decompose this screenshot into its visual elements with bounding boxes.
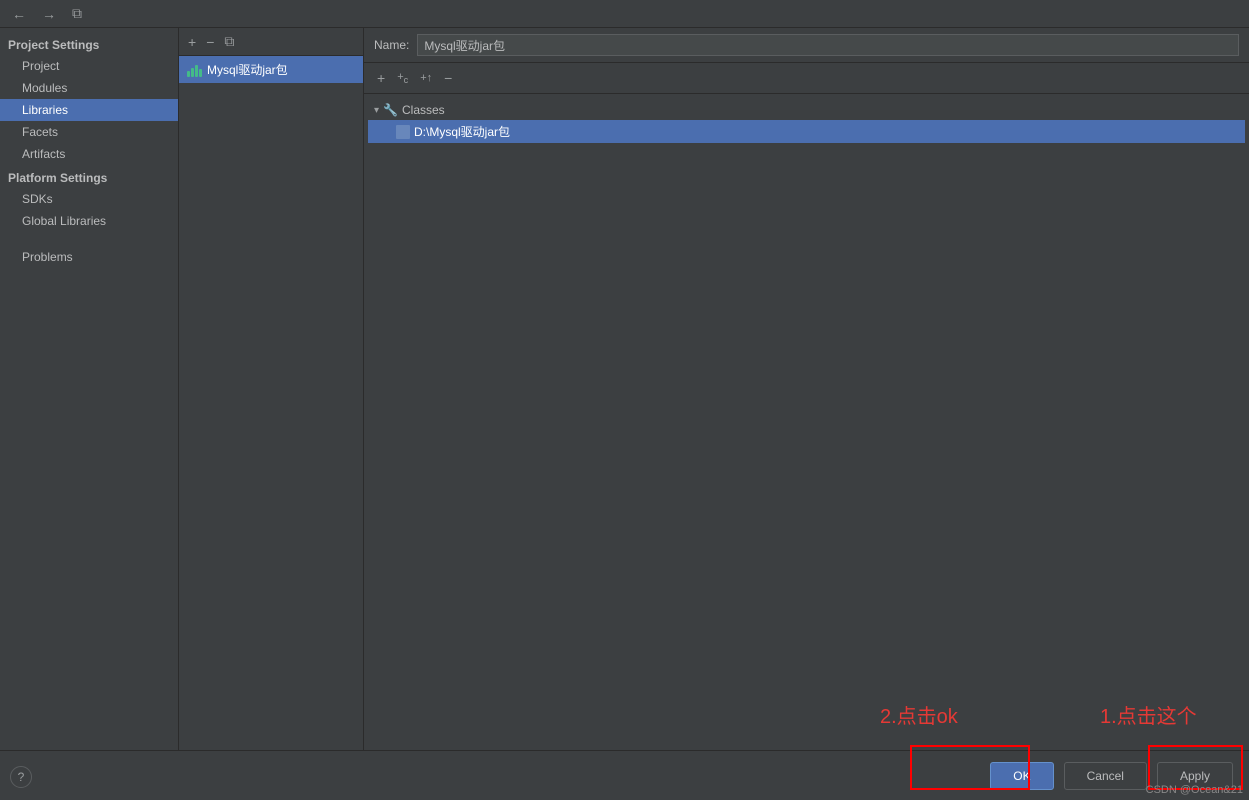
library-panel: + − ⧉ Mysql驱动jar包 xyxy=(179,28,364,750)
library-toolbar: + − ⧉ xyxy=(179,28,363,56)
cancel-button[interactable]: Cancel xyxy=(1064,762,1147,790)
detail-add-button[interactable]: + xyxy=(374,68,388,88)
top-toolbar: ← → ⧉ xyxy=(0,0,1249,28)
sidebar-item-modules[interactable]: Modules xyxy=(0,77,178,99)
detail-toolbar: + +c +↑ − xyxy=(364,63,1249,94)
content-area: Project Settings Project Modules Librari… xyxy=(0,28,1249,750)
library-copy-button[interactable]: ⧉ xyxy=(221,31,237,52)
sidebar: Project Settings Project Modules Librari… xyxy=(0,28,179,750)
classes-label: Classes xyxy=(402,103,445,117)
file-icon xyxy=(396,125,410,139)
sidebar-item-sdks[interactable]: SDKs xyxy=(0,188,178,210)
detail-remove-button[interactable]: − xyxy=(441,68,455,88)
name-input[interactable] xyxy=(417,34,1239,56)
sidebar-item-facets[interactable]: Facets xyxy=(0,121,178,143)
help-button[interactable]: ? xyxy=(10,766,32,788)
sidebar-item-project[interactable]: Project xyxy=(0,55,178,77)
library-list-item[interactable]: Mysql驱动jar包 xyxy=(179,56,363,83)
sidebar-item-global-libraries[interactable]: Global Libraries xyxy=(0,210,178,232)
forward-button[interactable]: → xyxy=(38,4,60,24)
name-bar: Name: xyxy=(364,28,1249,63)
sidebar-item-problems[interactable]: Problems xyxy=(0,246,178,268)
library-bar-icon xyxy=(187,63,202,77)
back-button[interactable]: ← xyxy=(8,4,30,24)
path-label: D:\Mysql驱动jar包 xyxy=(414,123,510,140)
library-list: Mysql驱动jar包 xyxy=(179,56,363,750)
detail-add-classes-button[interactable]: +c xyxy=(394,69,411,87)
sidebar-item-artifacts[interactable]: Artifacts xyxy=(0,143,178,165)
bottom-bar: OK Cancel Apply xyxy=(0,750,1249,800)
apply-button[interactable]: Apply xyxy=(1157,762,1233,790)
library-add-button[interactable]: + xyxy=(185,32,199,52)
library-item-label: Mysql驱动jar包 xyxy=(207,61,288,78)
classes-tree-row[interactable]: ▾ 🔧 Classes xyxy=(368,100,1245,120)
detail-add-jar-button[interactable]: +↑ xyxy=(417,70,435,86)
name-label: Name: xyxy=(374,38,409,52)
detail-tree: ▾ 🔧 Classes D:\Mysql驱动jar包 xyxy=(364,94,1249,750)
expand-icon: ▾ xyxy=(374,105,379,116)
ok-button[interactable]: OK xyxy=(990,762,1053,790)
wrench-icon: 🔧 xyxy=(383,103,398,117)
platform-settings-label: Platform Settings xyxy=(0,165,178,188)
path-tree-row[interactable]: D:\Mysql驱动jar包 xyxy=(368,120,1245,143)
library-remove-button[interactable]: − xyxy=(203,32,217,52)
detail-panel: Name: + +c +↑ − ▾ 🔧 Classes xyxy=(364,28,1249,750)
copy-button[interactable]: ⧉ xyxy=(68,3,86,24)
project-settings-label: Project Settings xyxy=(0,32,178,55)
sidebar-item-libraries[interactable]: Libraries xyxy=(0,99,178,121)
